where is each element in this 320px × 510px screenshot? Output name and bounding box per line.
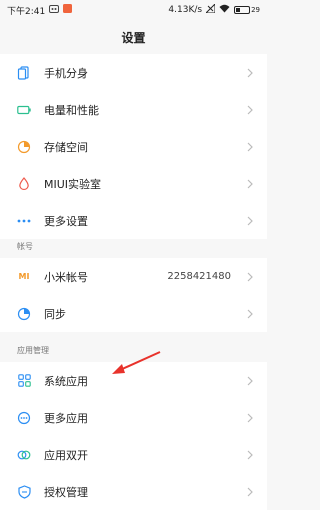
chevron-right-icon [245,105,255,115]
settings-item-label: 系统应用 [44,374,88,388]
settings-item-clone[interactable]: 手机分身 [0,54,267,91]
settings-item-dual-apps[interactable]: 应用双开 [0,436,267,473]
settings-item-sync[interactable]: 同步 [0,295,267,332]
settings-item-permissions[interactable]: 授权管理 [0,473,267,510]
chevron-right-icon [245,309,255,319]
settings-item-mi-account[interactable]: MI 小米帐号 2258421480 [0,258,267,295]
chevron-right-icon [245,272,255,282]
settings-item-more-apps[interactable]: 更多应用 [0,399,267,436]
clone-icon [17,65,31,80]
permission-icon [17,484,31,499]
settings-item-label: 更多应用 [44,411,88,425]
chevron-right-icon [245,376,255,386]
status-time: 下午2:41 [7,6,46,17]
settings-group-apps: 系统应用 更多应用 应用双开 授权管理 [0,362,267,510]
settings-item-label: 小米帐号 [44,270,88,284]
settings-item-more-settings[interactable]: 更多设置 [0,202,267,239]
mi-logo-icon: MI [18,272,30,281]
notification-icon [49,4,60,16]
chevron-right-icon [245,216,255,226]
sync-icon [17,307,31,321]
apps-grid-icon [17,374,31,388]
dual-apps-icon [17,448,31,462]
section-label-account: 帐号 [17,242,33,251]
settings-group-general: 手机分身 电量和性能 存储空间 MIUI实验室 更多设置 [0,54,267,239]
status-bar: 下午2:41 4.13K/s 29 [0,0,267,20]
settings-item-label: 存储空间 [44,140,88,154]
flask-drop-icon [17,176,31,191]
settings-item-storage[interactable]: 存储空间 [0,128,267,165]
storage-pie-icon [17,140,31,154]
settings-item-label: 更多设置 [44,214,88,228]
chevron-right-icon [245,68,255,78]
settings-item-battery[interactable]: 电量和性能 [0,91,267,128]
chevron-right-icon [245,413,255,423]
chevron-right-icon [245,142,255,152]
settings-item-label: 手机分身 [44,66,88,80]
battery-status-icon: 29 [234,6,260,14]
settings-item-system-apps[interactable]: 系统应用 [0,362,267,399]
wifi-icon [219,4,230,16]
settings-item-label: 同步 [44,307,66,321]
settings-item-label: 电量和性能 [44,103,99,117]
chevron-right-icon [245,487,255,497]
signal-icon [204,2,216,16]
network-speed: 4.13K/s [168,5,203,15]
settings-item-label: 应用双开 [44,448,88,462]
section-label-app-management: 应用管理 [17,346,49,355]
account-id-value: 2258421480 [167,271,231,282]
settings-item-miui-lab[interactable]: MIUI实验室 [0,165,267,202]
chevron-right-icon [245,179,255,189]
more-apps-icon [17,411,31,425]
settings-item-label: 授权管理 [44,485,88,499]
battery-level: 29 [251,6,260,14]
battery-icon [17,103,31,117]
app-notification-icon [63,4,73,16]
page-title: 设置 [121,30,146,45]
settings-group-account: MI 小米帐号 2258421480 同步 [0,258,267,332]
more-dots-icon [17,214,31,228]
chevron-right-icon [245,450,255,460]
settings-item-label: MIUI实验室 [44,177,102,191]
